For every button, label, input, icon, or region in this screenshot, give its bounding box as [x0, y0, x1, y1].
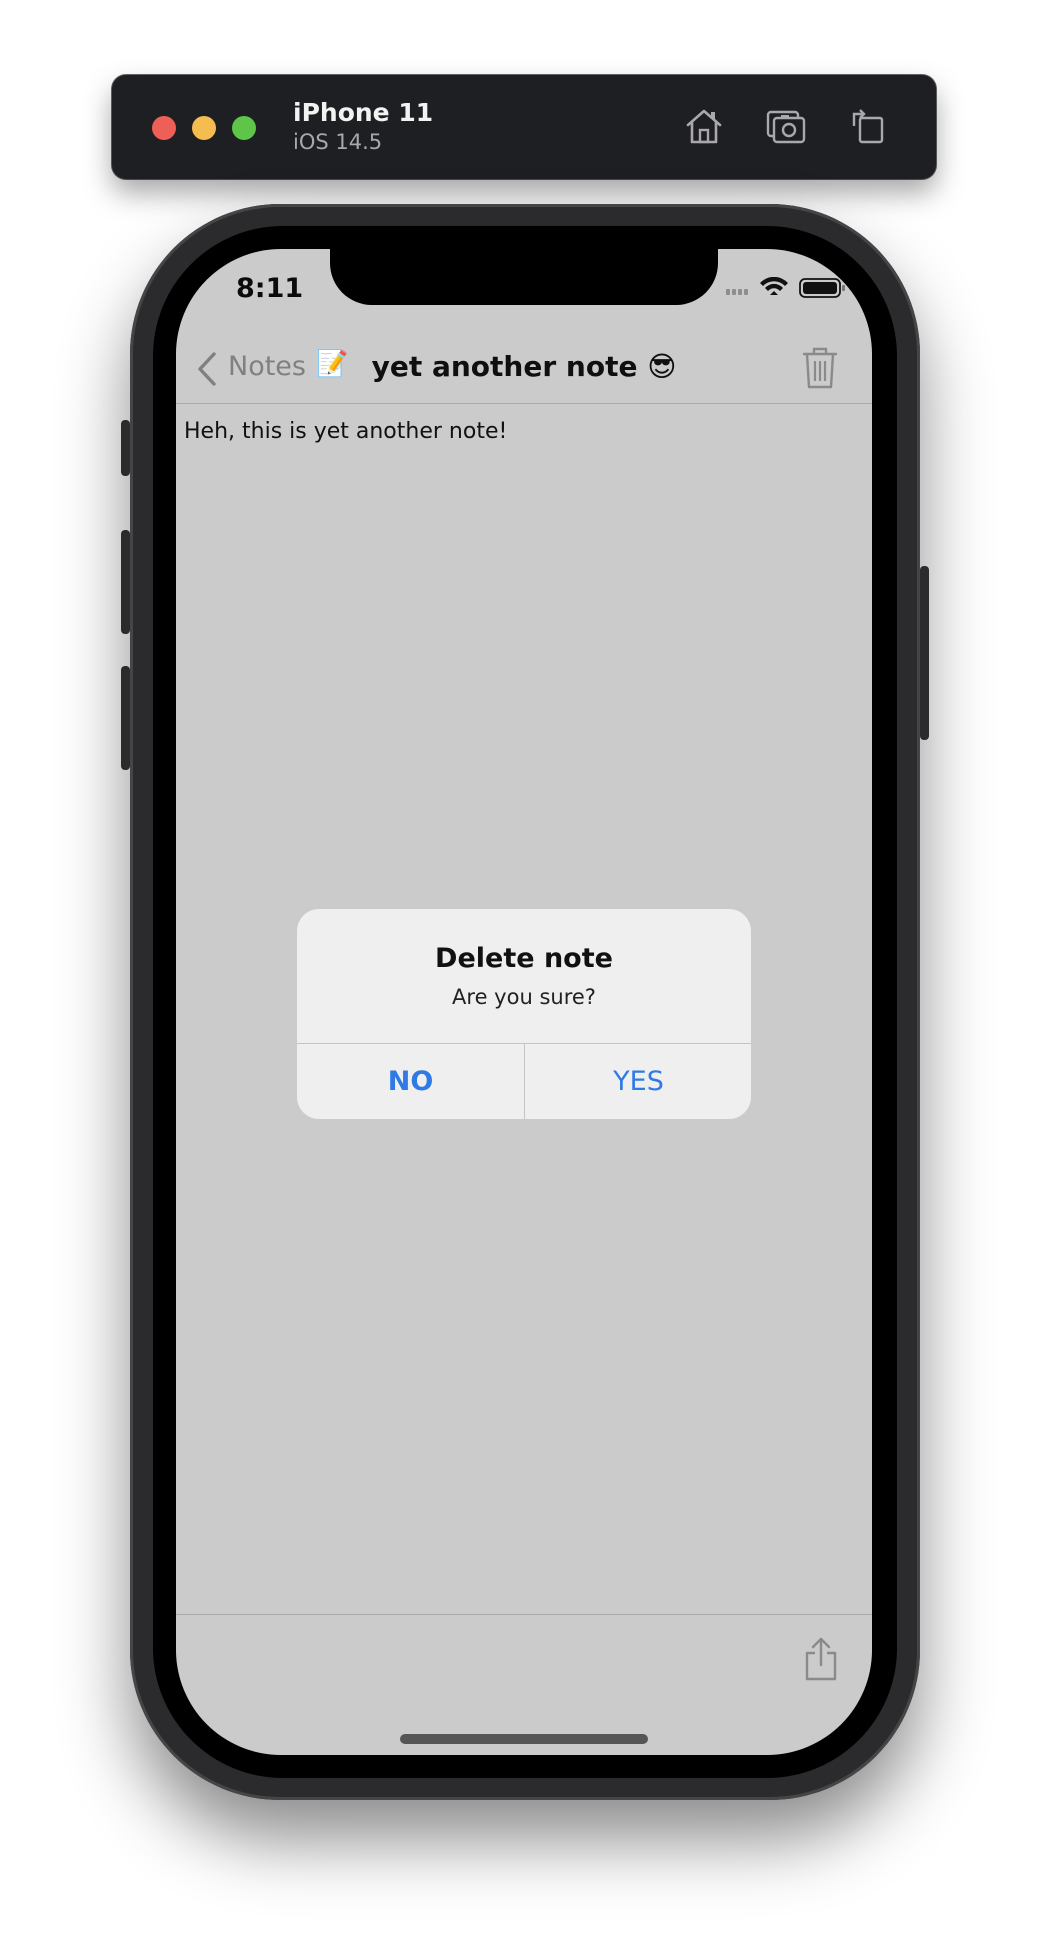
screenshot-icon[interactable] — [764, 104, 808, 148]
rotate-icon[interactable] — [846, 104, 890, 148]
os-version: iOS 14.5 — [293, 130, 383, 154]
cellular-signal-icon — [726, 289, 748, 295]
delete-note-alert: Delete note Are you sure? NO YES — [297, 909, 751, 1119]
volume-up-button — [121, 530, 130, 634]
home-indicator[interactable] — [400, 1734, 648, 1744]
mute-switch — [121, 420, 130, 476]
note-body[interactable]: Heh, this is yet another note! — [184, 419, 507, 444]
zoom-window-button[interactable] — [232, 116, 256, 140]
home-icon[interactable] — [682, 104, 726, 148]
share-icon[interactable] — [804, 1637, 838, 1681]
notch — [330, 249, 718, 305]
alert-message: Are you sure? — [452, 985, 596, 1009]
no-button[interactable]: NO — [297, 1044, 524, 1119]
status-time: 8:11 — [236, 273, 304, 304]
power-button — [920, 566, 929, 740]
trash-icon[interactable] — [802, 346, 838, 390]
yes-button[interactable]: YES — [525, 1044, 751, 1119]
volume-down-button — [121, 666, 130, 770]
navigation-bar: Notes 📝 yet another note 😎 — [176, 333, 872, 404]
close-window-button[interactable] — [152, 116, 176, 140]
battery-icon — [799, 278, 845, 298]
minimize-window-button[interactable] — [192, 116, 216, 140]
wifi-icon — [760, 277, 788, 295]
page-title: yet another note 😎 — [371, 350, 677, 383]
status-indicators — [726, 277, 845, 298]
device-name: iPhone 11 — [293, 98, 434, 127]
alert-title: Delete note — [435, 943, 613, 974]
